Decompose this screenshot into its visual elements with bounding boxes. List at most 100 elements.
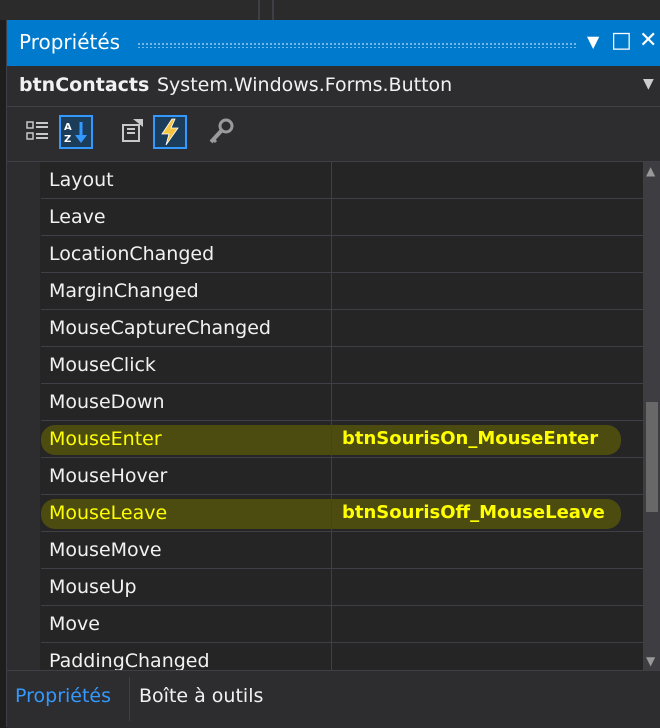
event-name: MouseUp: [49, 576, 137, 598]
event-row-mouseenter[interactable]: MouseEnter btnSourisOn_MouseEnter: [7, 421, 643, 458]
background-window-strip: [0, 0, 660, 20]
event-name-cell[interactable]: MouseCaptureChanged: [41, 310, 332, 347]
event-name-cell[interactable]: MouseUp: [41, 569, 332, 606]
event-row-paddingchanged[interactable]: PaddingChanged: [7, 643, 643, 670]
scrollbar-thumb[interactable]: [646, 402, 658, 512]
chevron-down-icon[interactable]: ▼: [643, 76, 654, 92]
row-margin: [7, 532, 40, 569]
close-icon[interactable]: ✕: [639, 28, 657, 53]
event-row-mousehover[interactable]: MouseHover: [7, 458, 643, 495]
row-margin: [7, 606, 40, 643]
event-handler-cell[interactable]: [332, 532, 643, 569]
event-row-mousedown[interactable]: MouseDown: [7, 384, 643, 421]
event-handler-cell[interactable]: [332, 569, 643, 606]
row-margin: [7, 569, 40, 606]
event-row-mousemove[interactable]: MouseMove: [7, 532, 643, 569]
scroll-down-icon[interactable]: ▼: [646, 654, 655, 668]
event-row-mouseup[interactable]: MouseUp: [7, 569, 643, 606]
event-name: MouseLeave: [49, 502, 168, 524]
object-name: btnContacts: [19, 74, 150, 96]
event-handler-cell[interactable]: [332, 310, 643, 347]
event-handler-cell[interactable]: [332, 643, 643, 670]
maximize-icon[interactable]: □: [611, 28, 632, 53]
event-row-locationchanged[interactable]: LocationChanged: [7, 236, 643, 273]
event-row-mouseleave[interactable]: MouseLeave btnSourisOff_MouseLeave: [7, 495, 643, 532]
event-name: Move: [49, 613, 100, 635]
tab-proprietes[interactable]: Propriétés: [15, 685, 111, 707]
event-handler-cell[interactable]: btnSourisOn_MouseEnter: [332, 421, 643, 458]
row-margin: [7, 310, 40, 347]
event-name: Leave: [49, 206, 106, 228]
row-margin: [7, 643, 40, 670]
event-handler-cell[interactable]: [332, 347, 643, 384]
event-name-cell[interactable]: MouseDown: [41, 384, 332, 421]
event-name-cell[interactable]: MarginChanged: [41, 273, 332, 310]
properties-panel: Propriétés ▼ □ ✕ btnContacts System.Wind…: [6, 20, 660, 728]
svg-text:A: A: [64, 122, 72, 133]
event-name: MouseDown: [49, 391, 165, 413]
alphabetical-icon[interactable]: A Z: [59, 115, 93, 149]
event-name: LocationChanged: [49, 243, 215, 265]
vertical-scrollbar[interactable]: ▲ ▼: [643, 162, 660, 670]
scroll-up-icon[interactable]: ▲: [646, 164, 655, 178]
properties-icon[interactable]: [115, 115, 149, 149]
event-name-cell[interactable]: PaddingChanged: [41, 643, 332, 670]
event-handler: btnSourisOff_MouseLeave: [342, 502, 605, 523]
event-name: MouseClick: [49, 354, 156, 376]
strip-separator: [258, 0, 260, 20]
event-handler-cell[interactable]: [332, 162, 643, 199]
strip-separator: [272, 0, 274, 20]
row-margin: [7, 347, 40, 384]
event-handler-cell[interactable]: [332, 384, 643, 421]
event-handler: btnSourisOn_MouseEnter: [342, 428, 599, 449]
event-name-cell[interactable]: MouseHover: [41, 458, 332, 495]
svg-text:Z: Z: [64, 134, 71, 145]
panel-title: Propriétés: [19, 30, 121, 54]
event-name: MouseCaptureChanged: [49, 317, 271, 339]
event-handler-cell[interactable]: [332, 236, 643, 273]
property-pages-icon[interactable]: [203, 115, 237, 149]
row-margin: [7, 495, 40, 532]
event-name: MouseEnter: [49, 428, 162, 450]
events-icon[interactable]: [153, 115, 187, 149]
event-row-layout[interactable]: Layout: [7, 162, 643, 199]
bottom-tab-bar: Propriétés Boîte à outils: [7, 670, 660, 728]
event-row-mouseclick[interactable]: MouseClick: [7, 347, 643, 384]
event-row-marginchanged[interactable]: MarginChanged: [7, 273, 643, 310]
panel-titlebar[interactable]: Propriétés ▼ □ ✕: [7, 20, 660, 66]
tab-boite-a-outils[interactable]: Boîte à outils: [139, 685, 263, 707]
object-selector[interactable]: btnContacts System.Windows.Forms.Button …: [7, 66, 660, 107]
event-name-cell[interactable]: MouseLeave: [41, 495, 332, 532]
titlebar-grip[interactable]: [137, 42, 577, 48]
event-handler-cell[interactable]: [332, 199, 643, 236]
row-margin: [7, 384, 40, 421]
row-margin: [7, 421, 40, 458]
tab-separator: [129, 677, 130, 721]
row-margin: [7, 199, 40, 236]
event-name-cell[interactable]: Leave: [41, 199, 332, 236]
event-row-move[interactable]: Move: [7, 606, 643, 643]
event-name-cell[interactable]: Move: [41, 606, 332, 643]
row-margin: [7, 458, 40, 495]
event-handler-cell[interactable]: [332, 273, 643, 310]
event-name: MouseMove: [49, 539, 162, 561]
event-name: Layout: [49, 169, 114, 191]
event-handler-cell[interactable]: [332, 458, 643, 495]
event-name-cell[interactable]: Layout: [41, 162, 332, 199]
event-name: MouseHover: [49, 465, 168, 487]
event-handler-cell[interactable]: btnSourisOff_MouseLeave: [332, 495, 643, 532]
event-name: MarginChanged: [49, 280, 199, 302]
event-handler-cell[interactable]: [332, 606, 643, 643]
row-margin: [7, 236, 40, 273]
event-row-mousecapturechanged[interactable]: MouseCaptureChanged: [7, 310, 643, 347]
event-name-cell[interactable]: MouseEnter: [41, 421, 332, 458]
object-type: System.Windows.Forms.Button: [157, 74, 453, 96]
row-margin: [7, 162, 40, 199]
event-name-cell[interactable]: MouseMove: [41, 532, 332, 569]
event-name-cell[interactable]: LocationChanged: [41, 236, 332, 273]
categorized-icon[interactable]: [21, 115, 55, 149]
window-position-dropdown-icon[interactable]: ▼: [587, 32, 599, 51]
event-row-leave[interactable]: Leave: [7, 199, 643, 236]
properties-toolbar: A Z: [7, 107, 660, 162]
event-name-cell[interactable]: MouseClick: [41, 347, 332, 384]
